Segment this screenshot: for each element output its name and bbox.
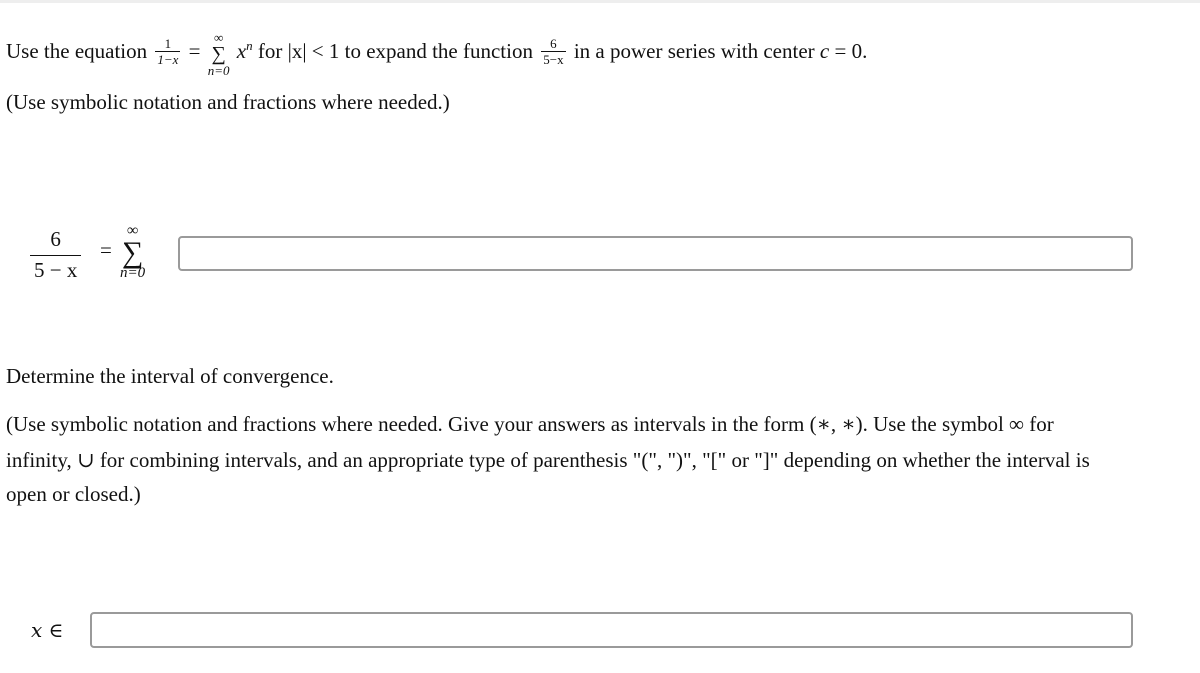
given-fraction-denominator: 1−x (155, 50, 181, 67)
given-sum: ∞ ∑ n=0 (208, 31, 230, 77)
lhs-fraction: 6 5 − x (30, 227, 82, 282)
question-text: Use the equation 1 1−x = ∞ ∑ n=0 xn for … (6, 30, 868, 77)
series-sum: ∞ ∑ n=0 (120, 222, 145, 281)
series-lower-limit: n=0 (120, 265, 146, 281)
series-answer-input[interactable] (178, 236, 1133, 271)
target-fraction: 6 5−x (541, 35, 566, 67)
given-fraction-numerator: 1 (164, 35, 172, 51)
intro-suffix: in a power series with center (573, 38, 815, 63)
lhs-denominator: 5 − x (30, 255, 82, 282)
equals-sign: = (188, 38, 201, 63)
sigma-icon: ∑ (211, 43, 226, 65)
hint-text: (Use symbolic notation and fractions whe… (6, 90, 450, 114)
interval-hint-line-2: infinity, ∪ for combining intervals, and… (6, 448, 1090, 472)
center-variable: c (819, 38, 830, 63)
intro-prefix: Use the equation (6, 38, 148, 63)
interval-hint-line-3: open or closed.) (6, 482, 141, 506)
part1-equals: = (100, 238, 112, 262)
top-divider (0, 0, 1200, 3)
term-exponent: n (246, 37, 253, 53)
condition-text: for |x| < 1 to expand the function (257, 38, 533, 63)
interval-answer-label: x ∈ (31, 618, 63, 642)
interval-prompt: Determine the interval of convergence. (6, 364, 334, 388)
given-fraction: 1 1−x (155, 35, 181, 67)
interval-answer-input[interactable] (90, 612, 1133, 648)
interval-label-text: x ∈ (31, 618, 64, 642)
sum-lower-limit: n=0 (207, 63, 230, 78)
lhs-denominator-text: 5 − x (34, 258, 78, 282)
lhs-numerator: 6 (50, 227, 61, 251)
center-value: = 0. (834, 38, 868, 63)
sigma-icon: ∑ (121, 236, 144, 269)
target-fraction-denominator: 5−x (541, 50, 566, 67)
interval-hint-line-1: (Use symbolic notation and fractions whe… (6, 412, 1054, 436)
target-fraction-numerator: 6 (550, 35, 557, 51)
term-base: x (236, 38, 247, 63)
